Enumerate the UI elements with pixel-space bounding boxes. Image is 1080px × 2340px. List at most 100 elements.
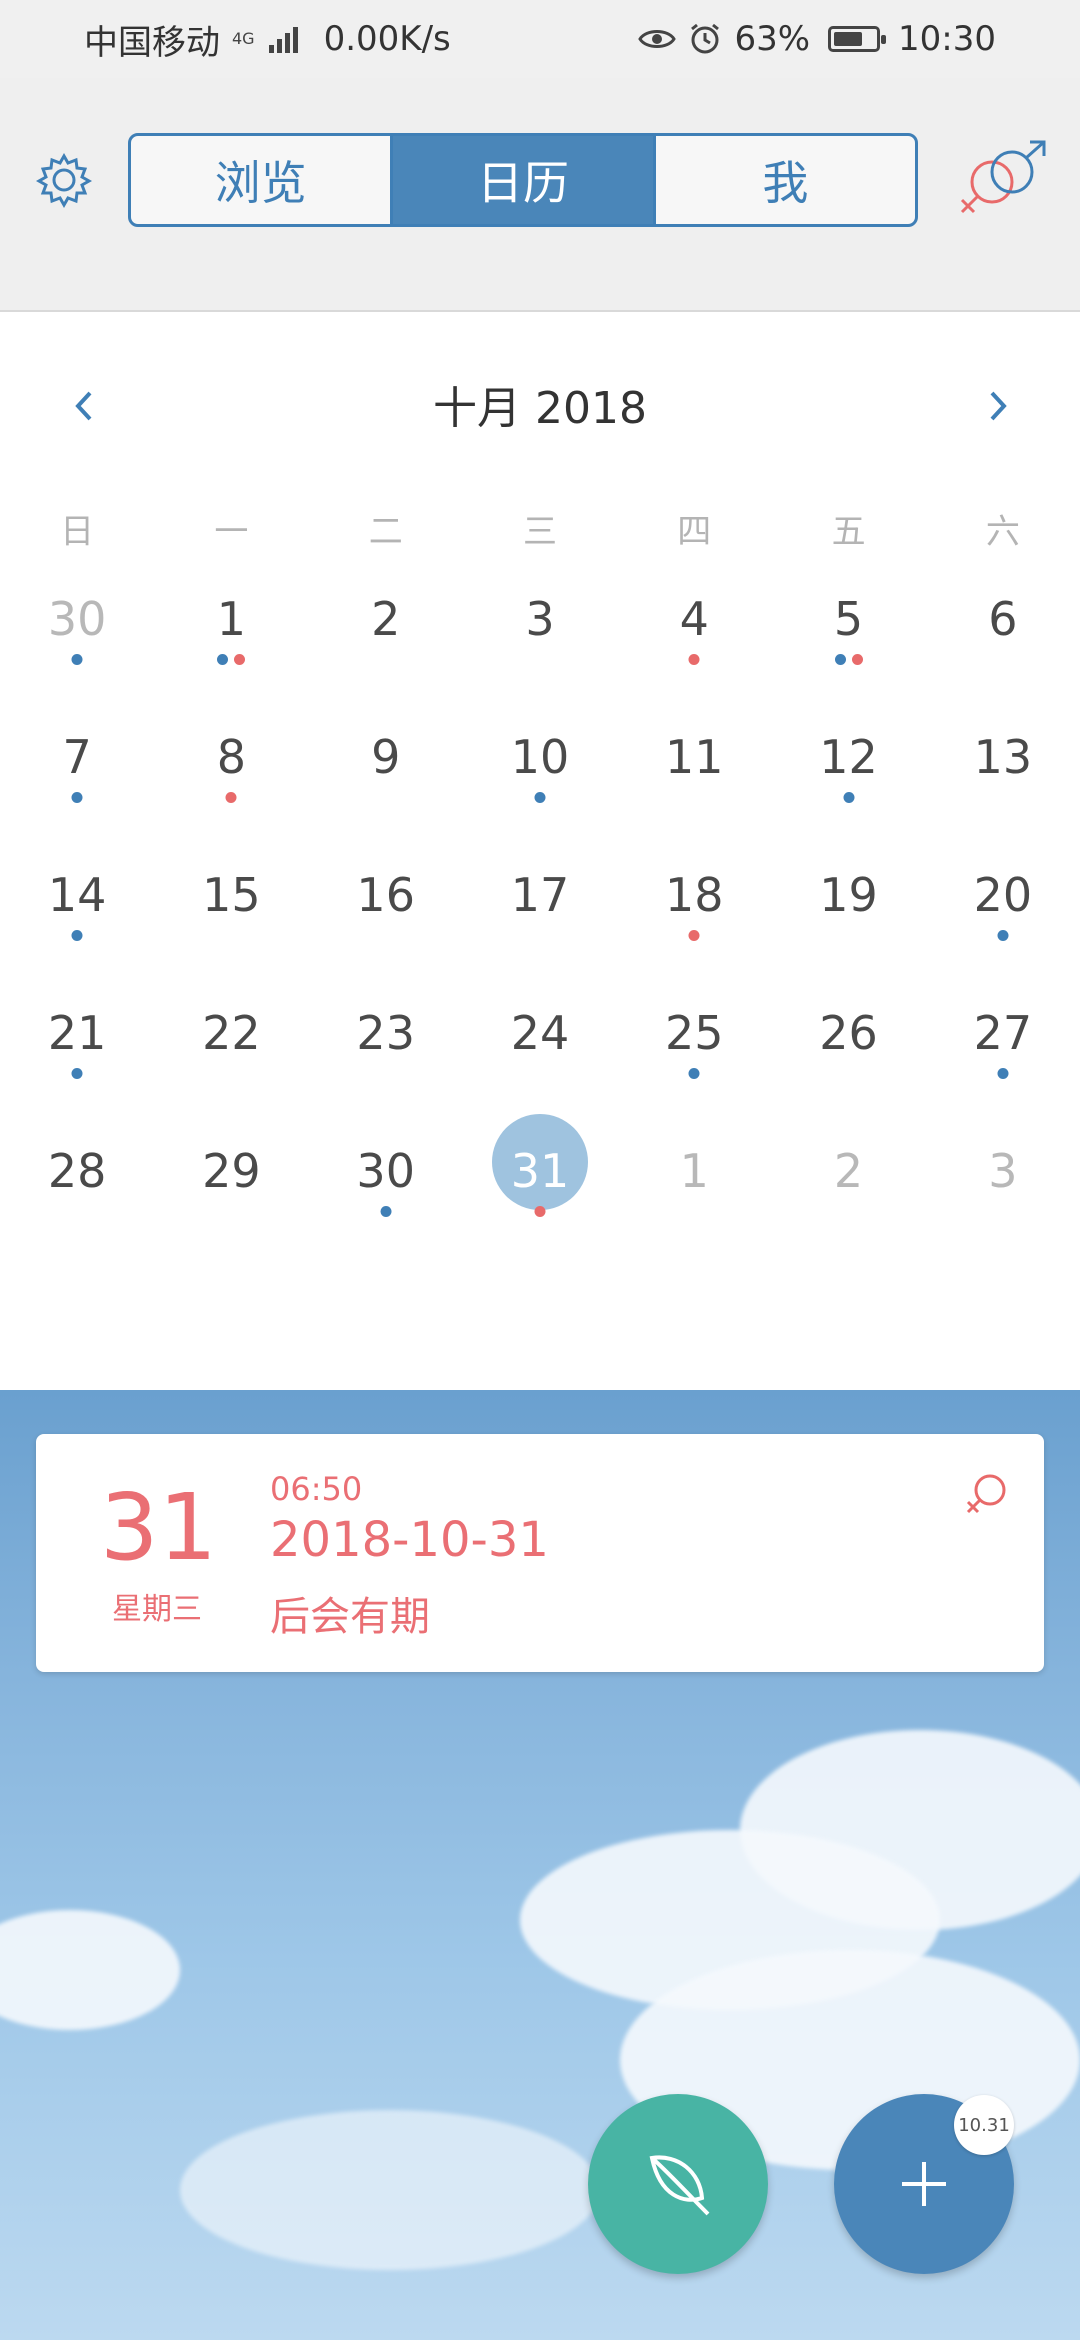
network-type: 4G: [232, 29, 255, 48]
weekday-thu: 四: [677, 512, 712, 552]
calendar-day[interactable]: 8: [154, 730, 308, 868]
event-card[interactable]: 31 星期三 06:50 2018-10-31 后会有期: [36, 1434, 1044, 1672]
calendar-day[interactable]: 18: [617, 868, 771, 1006]
top-header: 浏览 日历 我: [0, 78, 1080, 312]
event-time: 06:50: [270, 1470, 363, 1508]
event-dot: [380, 1206, 392, 1217]
calendar-day[interactable]: 12: [771, 730, 925, 868]
calendar-day[interactable]: 25: [617, 1006, 771, 1144]
day-grid: 30 1 2 3 4 5 6 7 8 9 10 11 12 13 14 15 1…: [0, 592, 1080, 1282]
weekday-mon: 一: [214, 512, 249, 552]
calendar-day[interactable]: 15: [154, 868, 308, 1006]
calendar-day[interactable]: 30: [309, 1144, 463, 1282]
event-dot: [997, 1068, 1009, 1079]
female-symbol-icon: [966, 1474, 1006, 1514]
event-dot: [71, 1068, 83, 1079]
tab-calendar[interactable]: 日历: [393, 136, 656, 224]
tab-browse-label: 浏览: [214, 156, 307, 210]
status-left: 中国移动 4G 0.00K/s: [84, 15, 451, 64]
tab-bar: 浏览 日历 我: [128, 133, 918, 227]
status-right: 63% 10:30: [638, 19, 996, 59]
calendar-day[interactable]: 10: [463, 730, 617, 868]
event-dot: [688, 1068, 700, 1079]
calendar-day[interactable]: 20: [926, 868, 1080, 1006]
calendar-day[interactable]: 21: [0, 1006, 154, 1144]
calendar-day[interactable]: 9: [309, 730, 463, 868]
gear-icon: [35, 152, 93, 209]
plus-icon: [902, 2162, 946, 2206]
tab-me[interactable]: 我: [656, 136, 915, 224]
next-month-button[interactable]: [978, 386, 1018, 426]
calendar-day[interactable]: 5: [771, 592, 925, 730]
gender-icon: [960, 140, 1046, 214]
leaf-button[interactable]: [588, 2094, 768, 2274]
carrier-name: 中国移动: [84, 22, 220, 63]
calendar-day[interactable]: 16: [309, 868, 463, 1006]
weekday-sun: 日: [60, 512, 95, 552]
calendar-day[interactable]: 1: [617, 1144, 771, 1282]
signal-icon: [268, 25, 298, 53]
calendar-day[interactable]: 22: [154, 1006, 308, 1144]
weekday-fri: 五: [831, 512, 866, 552]
alarm-icon: [691, 23, 720, 54]
calendar-day[interactable]: 17: [463, 868, 617, 1006]
settings-button[interactable]: [32, 148, 96, 212]
weekday-sat: 六: [985, 512, 1020, 552]
event-title: 后会有期: [270, 1594, 430, 1640]
battery-percent: 63%: [734, 19, 811, 59]
status-bar: 中国移动 4G 0.00K/s 63% 10:30: [0, 0, 1080, 78]
calendar-day[interactable]: 3: [463, 592, 617, 730]
calendar-day[interactable]: 23: [309, 1006, 463, 1144]
event-dot: [834, 654, 846, 665]
clock-time: 10:30: [898, 19, 996, 59]
event-dot: [534, 792, 546, 803]
weekday-header: 日 一 二 三 四 五 六: [0, 504, 1080, 553]
event-dot: [71, 930, 83, 941]
leaf-icon: [649, 2155, 710, 2216]
calendar-day[interactable]: 1: [154, 592, 308, 730]
eye-icon: [638, 30, 677, 48]
calendar-day[interactable]: 29: [154, 1144, 308, 1282]
cloud-shape: [0, 1910, 180, 2030]
chevron-left-icon: [75, 391, 92, 421]
month-navigation: 十月 2018: [0, 364, 1080, 444]
calendar-day[interactable]: 30: [0, 592, 154, 730]
calendar-day[interactable]: 2: [309, 592, 463, 730]
calendar-day[interactable]: 3: [926, 1144, 1080, 1282]
tab-me-label: 我: [762, 156, 809, 210]
tab-calendar-label: 日历: [476, 156, 569, 210]
calendar-day[interactable]: 2: [771, 1144, 925, 1282]
weekday-wed: 三: [522, 512, 557, 552]
weekday-tue: 二: [368, 512, 403, 552]
calendar-day[interactable]: 6: [926, 592, 1080, 730]
calendar-day[interactable]: 27: [926, 1006, 1080, 1144]
calendar-day[interactable]: 7: [0, 730, 154, 868]
event-weekday: 星期三: [112, 1592, 202, 1627]
event-dot: [71, 792, 83, 803]
calendar-day[interactable]: 28: [0, 1144, 154, 1282]
event-dot: [997, 930, 1009, 941]
event-dot: [225, 792, 237, 803]
calendar-day-selected[interactable]: 31: [463, 1114, 617, 1282]
calendar-day[interactable]: 13: [926, 730, 1080, 868]
chevron-right-icon: [990, 391, 1007, 421]
prev-month-button[interactable]: [64, 386, 104, 426]
event-dot: [688, 654, 700, 665]
calendar-day[interactable]: 14: [0, 868, 154, 1006]
event-dot: [534, 1206, 546, 1217]
event-date: 2018-10-31: [270, 1512, 549, 1568]
tab-browse[interactable]: 浏览: [131, 136, 394, 224]
calendar-day[interactable]: 26: [771, 1006, 925, 1144]
gender-button[interactable]: [956, 138, 1054, 222]
date-badge: 10.31: [954, 2095, 1014, 2155]
battery-icon: [828, 26, 887, 52]
calendar-day[interactable]: 19: [771, 868, 925, 1006]
calendar-day[interactable]: 11: [617, 730, 771, 868]
calendar-day[interactable]: 4: [617, 592, 771, 730]
event-dot: [843, 792, 855, 803]
event-dot: [234, 654, 246, 665]
event-dot: [851, 654, 863, 665]
calendar: 十月 2018 日 一 二 三 四 五 六 30 1 2 3 4 5 6 7 8…: [0, 314, 1080, 1390]
event-dot: [217, 654, 229, 665]
event-day-number: 31: [100, 1474, 218, 1581]
